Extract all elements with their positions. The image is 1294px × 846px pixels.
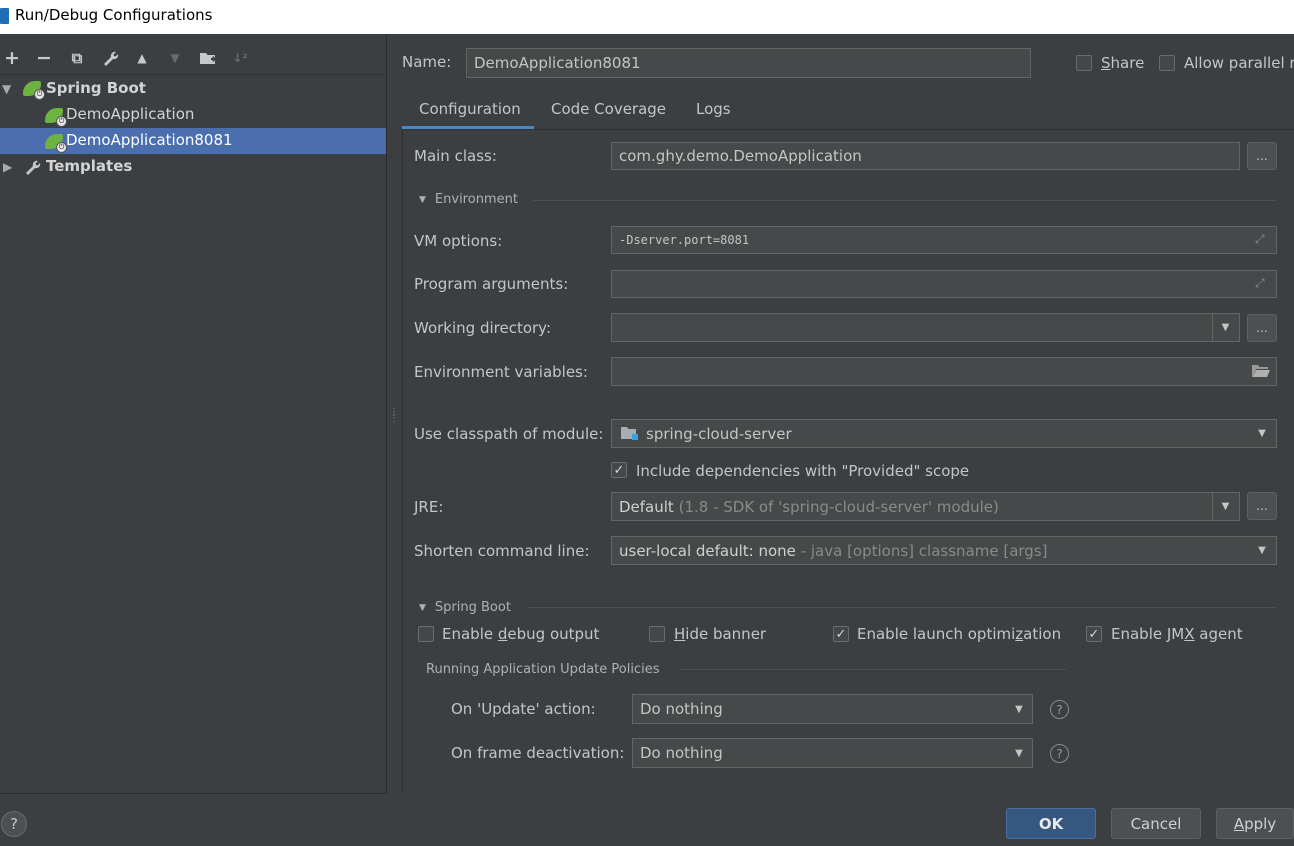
launch-optimization-checkbox[interactable]: ✓ [833, 626, 849, 642]
shorten-command-line-select[interactable]: user-local default: none - java [options… [611, 536, 1277, 565]
program-arguments-label: Program arguments: [414, 275, 569, 293]
help-icon[interactable]: ? [1050, 744, 1069, 763]
tree-node-spring-boot[interactable]: ▼ ⏻ Spring Boot [0, 76, 386, 102]
tab-configuration[interactable]: Configuration [419, 100, 521, 118]
add-icon[interactable]: + [1, 46, 23, 70]
remove-icon[interactable]: − [33, 46, 55, 70]
spring-boot-run-icon: ⏻ [45, 134, 67, 153]
hide-banner-checkbox[interactable] [649, 626, 665, 642]
jmx-agent-checkbox[interactable]: ✓ [1086, 626, 1102, 642]
program-arguments-field[interactable] [611, 270, 1277, 298]
frame-deactivation-dropdown-icon[interactable]: ▼ [1006, 739, 1032, 767]
spring-boot-section-header[interactable]: ▼ Spring Boot [419, 600, 511, 615]
frame-deactivation-select[interactable]: Do nothing [632, 738, 1033, 768]
browse-jre-button[interactable]: ... [1247, 492, 1277, 520]
include-dependencies-label: Include dependencies with "Provided" sco… [636, 462, 970, 480]
tab-logs[interactable]: Logs [696, 100, 731, 118]
expanded-arrow-icon[interactable]: ▼ [2, 82, 11, 96]
working-directory-dropdown-icon[interactable]: ▼ [1212, 314, 1238, 341]
spring-boot-icon: ⏻ [23, 81, 45, 100]
jmx-agent-label: Enable JMX agent [1111, 625, 1243, 643]
environment-variables-field[interactable] [611, 357, 1277, 386]
move-up-icon[interactable]: ▲ [131, 46, 153, 70]
update-action-dropdown-icon[interactable]: ▼ [1006, 695, 1032, 723]
vm-options-field[interactable]: -Dserver.port=8081 [611, 226, 1277, 254]
classpath-dropdown-icon[interactable]: ▼ [1249, 420, 1275, 447]
launch-optimization-label: Enable launch optimization [857, 625, 1062, 643]
allow-parallel-checkbox[interactable] [1159, 55, 1175, 71]
help-button[interactable]: ? [1, 811, 27, 837]
module-folder-icon [621, 426, 639, 441]
name-label: Name: [402, 53, 452, 71]
move-down-icon[interactable]: ▼ [164, 46, 186, 70]
update-policies-title: Running Application Update Policies [426, 662, 660, 677]
expanded-arrow-icon[interactable]: ▼ [419, 195, 426, 205]
working-directory-field[interactable] [611, 313, 1240, 342]
shorten-command-line-label: Shorten command line: [414, 542, 590, 560]
frame-deactivation-label: On frame deactivation: [451, 744, 625, 762]
browse-working-directory-button[interactable]: ... [1247, 314, 1277, 342]
environment-section-header[interactable]: ▼ Environment [419, 192, 518, 207]
panel-splitter-handle[interactable]: ⋮ ⋮ [389, 408, 399, 428]
folder-open-icon[interactable] [1251, 363, 1271, 383]
configurations-tree-panel: + − ⧉ ▲ ▼ ↓² ▼ ⏻ Spring Boot ⏻ DemoAppli… [0, 34, 387, 794]
jre-select[interactable]: Default (1.8 - SDK of 'spring-cloud-serv… [611, 492, 1240, 521]
wrench-icon[interactable] [99, 46, 121, 70]
allow-parallel-label: Allow parallel r [1184, 54, 1294, 72]
tree-item-label: DemoApplication8081 [66, 131, 233, 149]
content-border [402, 130, 403, 790]
expand-editor-icon[interactable]: ⤢ [1255, 232, 1265, 247]
main-class-label: Main class: [414, 147, 497, 165]
shorten-dropdown-icon[interactable]: ▼ [1249, 537, 1275, 564]
update-action-label: On 'Update' action: [451, 700, 596, 718]
apply-button[interactable]: Apply [1216, 808, 1294, 839]
help-icon[interactable]: ? [1050, 700, 1069, 719]
tab-divider [402, 129, 1294, 130]
update-action-select[interactable]: Do nothing [632, 694, 1033, 724]
section-divider [528, 607, 1277, 608]
tree-item-demo-application[interactable]: ⏻ DemoApplication [0, 102, 386, 128]
wrench-icon [23, 158, 41, 180]
window-title: Run/Debug Configurations [15, 6, 213, 24]
environment-variables-label: Environment variables: [414, 363, 588, 381]
share-label: Share [1101, 54, 1145, 72]
folder-add-icon[interactable] [197, 46, 219, 70]
include-dependencies-checkbox[interactable]: ✓ [611, 462, 627, 478]
toolbar-divider [0, 74, 386, 75]
browse-main-class-button[interactable]: ... [1247, 142, 1277, 170]
tree-node-templates[interactable]: ▶ Templates [0, 154, 386, 180]
jre-label: JRE: [414, 498, 444, 516]
debug-output-label: Enable debug output [442, 625, 600, 643]
classpath-module-label: Use classpath of module: [414, 425, 604, 443]
tree-label-templates: Templates [46, 157, 133, 175]
name-field[interactable]: DemoApplication8081 [466, 48, 1031, 78]
working-directory-label: Working directory: [414, 319, 552, 337]
collapsed-arrow-icon[interactable]: ▶ [3, 160, 12, 174]
vm-options-label: VM options: [414, 232, 503, 250]
jre-dropdown-icon[interactable]: ▼ [1212, 493, 1238, 520]
tree-item-label: DemoApplication [66, 105, 195, 123]
share-checkbox[interactable] [1076, 55, 1092, 71]
section-divider [533, 200, 1277, 201]
expanded-arrow-icon[interactable]: ▼ [419, 603, 426, 613]
sort-icon[interactable]: ↓² [229, 46, 251, 70]
tree-label-spring-boot: Spring Boot [46, 79, 146, 97]
copy-icon[interactable]: ⧉ [66, 46, 88, 70]
cancel-button[interactable]: Cancel [1111, 808, 1201, 839]
tree-item-demo-application-8081[interactable]: ⏻ DemoApplication8081 [0, 128, 386, 154]
app-icon [0, 8, 9, 24]
section-divider [680, 669, 1066, 670]
debug-output-checkbox[interactable] [418, 626, 434, 642]
classpath-module-select[interactable]: spring-cloud-server [611, 419, 1277, 448]
spring-boot-run-icon: ⏻ [45, 108, 67, 127]
ok-button[interactable]: OK [1006, 808, 1096, 839]
title-bar: Run/Debug Configurations [0, 0, 1294, 34]
hide-banner-label: Hide banner [674, 625, 767, 643]
expand-editor-icon[interactable]: ⤢ [1255, 276, 1265, 291]
tab-code-coverage[interactable]: Code Coverage [551, 100, 666, 118]
main-class-field[interactable]: com.ghy.demo.DemoApplication [611, 142, 1240, 170]
